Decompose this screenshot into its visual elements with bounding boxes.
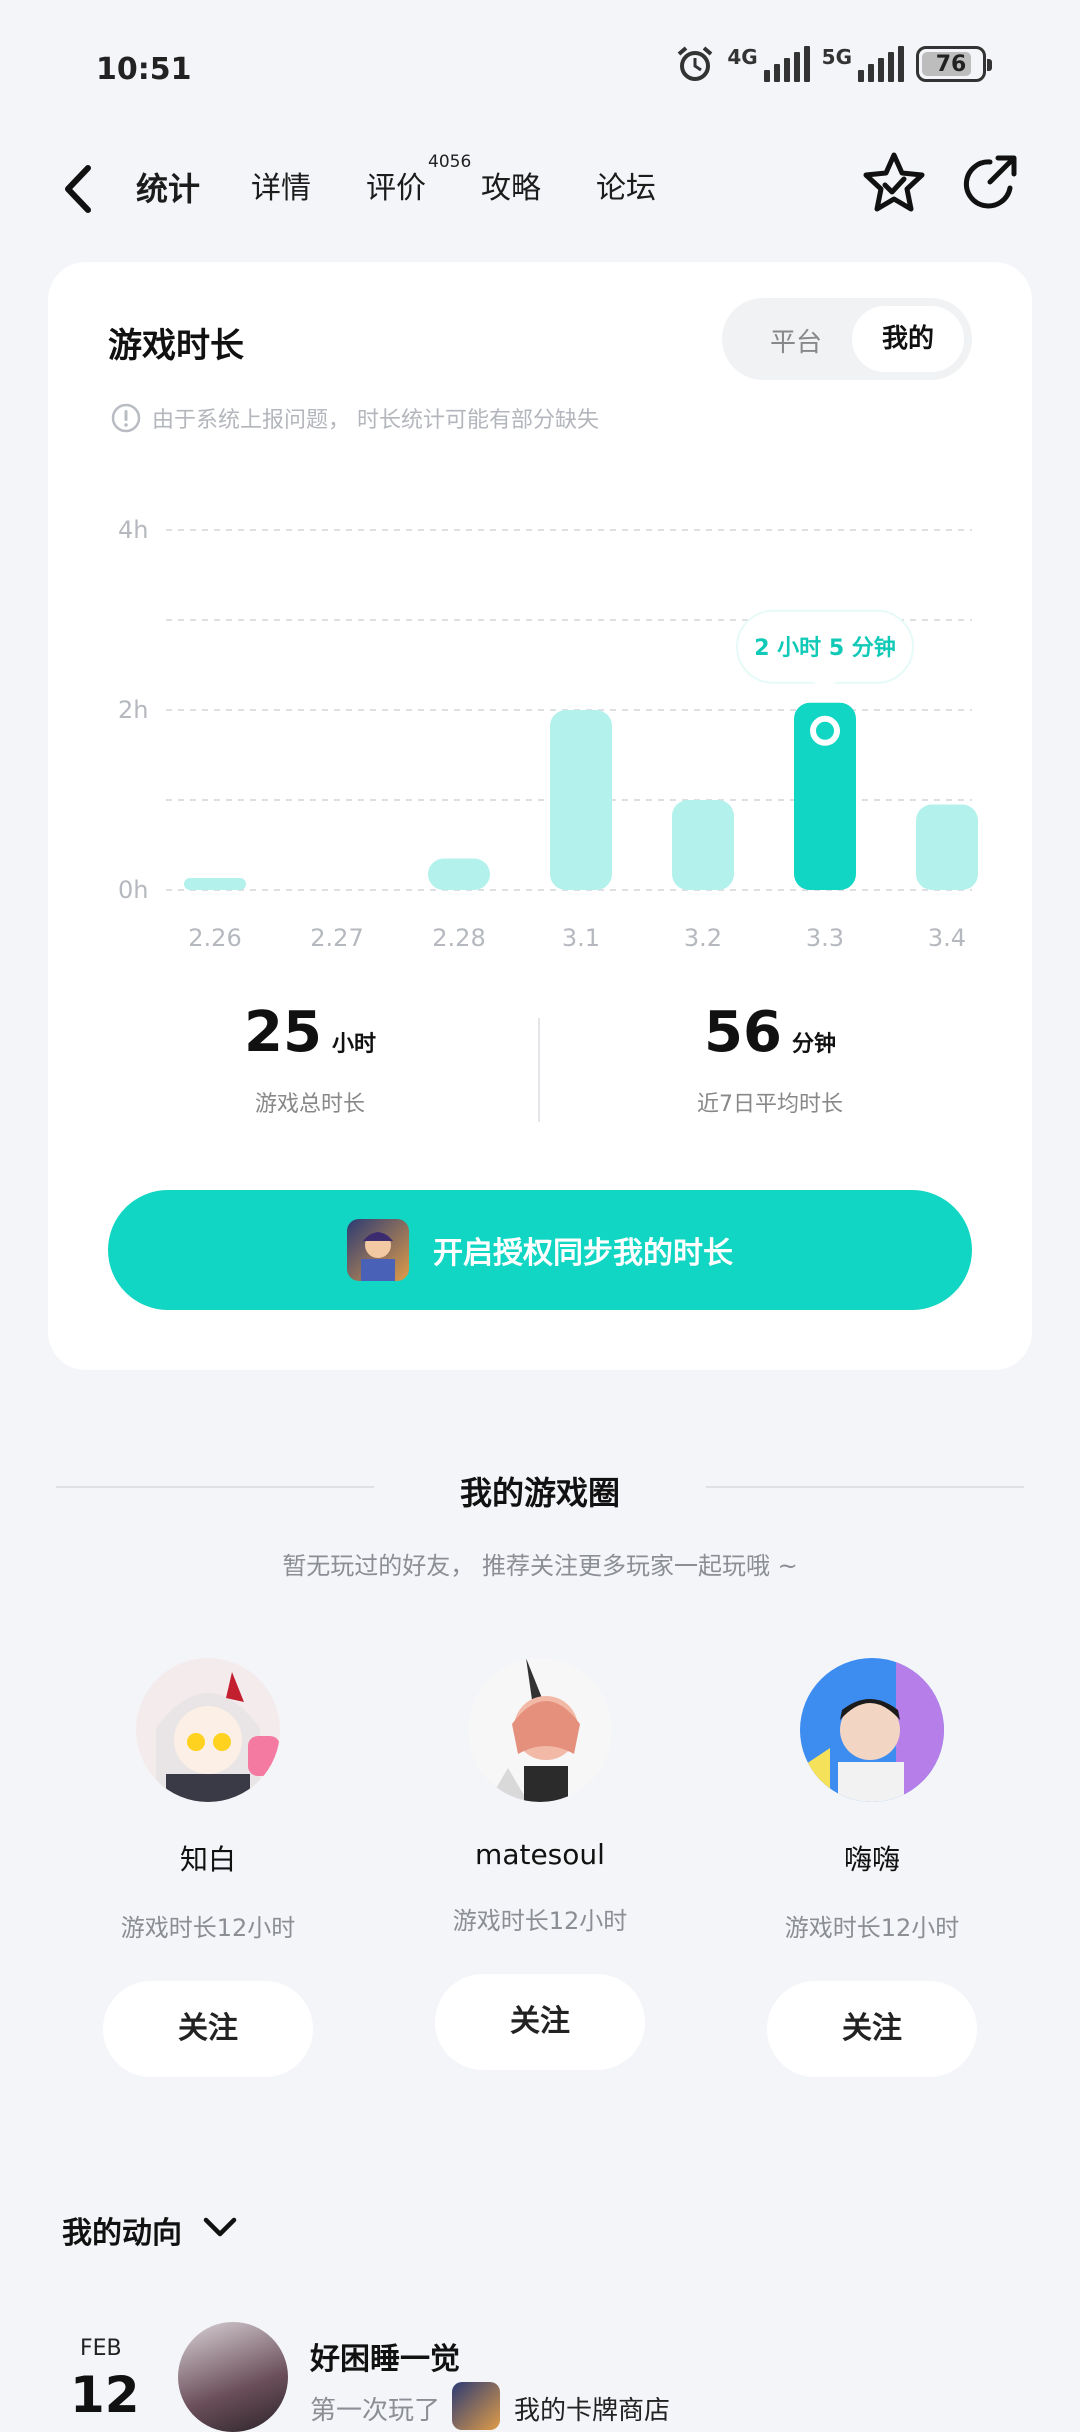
sync-button-label: 开启授权同步我的时长 <box>433 1236 733 1271</box>
card-title: 游戏时长 <box>108 326 244 366</box>
avatar[interactable] <box>178 2322 288 2432</box>
signal-icon <box>763 46 810 82</box>
stats-divider <box>538 1018 540 1122</box>
friend-card: 知白 游戏时长12小时 关注 <box>58 1658 358 2077</box>
follow-button[interactable]: 关注 <box>435 1974 645 2070</box>
game-circle-title: 我的游戏圈 <box>459 1474 620 1512</box>
activity-title[interactable]: 我的动向 <box>62 2208 182 2252</box>
x-tick-label: 2.26 <box>188 924 241 952</box>
avatar[interactable] <box>468 1658 612 1802</box>
tab-details[interactable]: 详情 <box>251 166 366 216</box>
toggle-mine[interactable]: 我的 <box>852 306 964 372</box>
y-tick-label: 2h <box>118 696 148 724</box>
x-tick-label: 2.28 <box>432 924 485 952</box>
tab-forum[interactable]: 论坛 <box>596 166 711 216</box>
activity-text: 第一次玩了 <box>310 2396 441 2426</box>
activity-user-name[interactable]: 好困睡一觉 <box>310 2334 460 2378</box>
tab-stats[interactable]: 统计 <box>132 166 251 220</box>
favorite-star-icon[interactable] <box>860 150 928 218</box>
chart-bar[interactable] <box>794 702 856 890</box>
tab-reviews[interactable]: 评价 <box>366 166 481 216</box>
avatar[interactable] <box>800 1658 944 1802</box>
network-4g-label: 4G <box>727 45 758 69</box>
friend-name: 知白 <box>179 1843 236 1876</box>
y-tick-label: 4h <box>118 516 148 544</box>
back-icon[interactable] <box>58 162 98 216</box>
chart-bar[interactable] <box>916 804 978 891</box>
divider-line <box>56 1486 374 1488</box>
y-tick-label: 0h <box>118 876 148 904</box>
status-time: 10:51 <box>96 52 192 87</box>
avatar[interactable] <box>136 1658 280 1802</box>
info-icon <box>111 403 141 433</box>
tooltip-text: 2 小时 5 分钟 <box>754 635 896 661</box>
x-tick-label: 3.4 <box>928 924 966 952</box>
average-playtime-value: 56 <box>704 1000 782 1065</box>
chart-bar[interactable] <box>184 878 246 890</box>
total-playtime-unit: 小时 <box>331 1032 376 1057</box>
chart-bar[interactable] <box>550 710 612 890</box>
battery-level: 76 <box>935 51 967 77</box>
friend-card: matesoul 游戏时长12小时 关注 <box>390 1658 690 2070</box>
game-icon <box>347 1219 409 1281</box>
friend-name: matesoul <box>475 1838 605 1871</box>
tab-bar: 统计 详情 评价 攻略 论坛 <box>132 166 711 220</box>
network-5g-label: 5G <box>821 45 852 69</box>
average-playtime: 56 分钟 <box>610 1000 930 1065</box>
follow-button[interactable]: 关注 <box>103 1981 313 2077</box>
notice: 由于系统上报问题， 时长统计可能有部分缺失 <box>110 402 599 434</box>
alarm-icon <box>678 46 713 81</box>
activity-month: FEB <box>80 2336 122 2361</box>
friend-card: 嗨嗨 游戏时长12小时 关注 <box>722 1658 1022 2077</box>
share-icon[interactable] <box>958 152 1022 216</box>
activity-day: 12 <box>70 2366 140 2424</box>
chart-bar[interactable] <box>428 858 490 891</box>
average-playtime-label: 近7日平均时长 <box>697 1092 843 1117</box>
game-icon[interactable] <box>452 2382 500 2430</box>
playtime-chart: 0h 2h 4h 2.26 2.27 2.28 3.1 3.2 3.3 3.4 2 小时 5 分钟 <box>118 516 978 952</box>
sync-playtime-button[interactable]: 开启授权同步我的时长 <box>108 1190 972 1310</box>
follow-button[interactable]: 关注 <box>767 1981 977 2077</box>
total-playtime-value: 25 <box>244 1000 322 1065</box>
friend-playtime: 游戏时长12小时 <box>452 1907 628 1935</box>
divider-line <box>706 1486 1024 1488</box>
status-icons: 4G 5G 76 <box>675 44 992 84</box>
toggle-platform[interactable]: 平台 <box>746 322 846 359</box>
x-tick-label: 3.2 <box>684 924 722 952</box>
signal-icon <box>858 46 904 82</box>
chart-bar[interactable] <box>672 800 734 890</box>
battery-icon: 76 <box>916 46 992 82</box>
friend-name: 嗨嗨 <box>843 1843 900 1876</box>
reviews-count-badge: 4056 <box>428 152 472 172</box>
x-tick-label: 3.3 <box>806 924 844 952</box>
friend-playtime: 游戏时长12小时 <box>784 1914 960 1942</box>
total-playtime: 25 小时 <box>150 1000 470 1065</box>
average-playtime-unit: 分钟 <box>791 1032 836 1057</box>
activity-game-name[interactable]: 我的卡牌商店 <box>514 2390 670 2427</box>
tab-guides[interactable]: 攻略 <box>481 166 596 216</box>
friend-playtime: 游戏时长12小时 <box>120 1914 296 1942</box>
chevron-down-icon[interactable] <box>200 2208 240 2248</box>
game-circle-subtitle: 暂无玩过的好友， 推荐关注更多玩家一起玩哦 ~ <box>282 1552 798 1580</box>
notice-text: 由于系统上报问题， 时长统计可能有部分缺失 <box>152 408 599 433</box>
total-playtime-label: 游戏总时长 <box>254 1092 365 1117</box>
x-tick-label: 2.27 <box>310 924 363 952</box>
chart-tooltip: 2 小时 5 分钟 <box>736 609 914 695</box>
x-tick-label: 3.1 <box>562 924 600 952</box>
